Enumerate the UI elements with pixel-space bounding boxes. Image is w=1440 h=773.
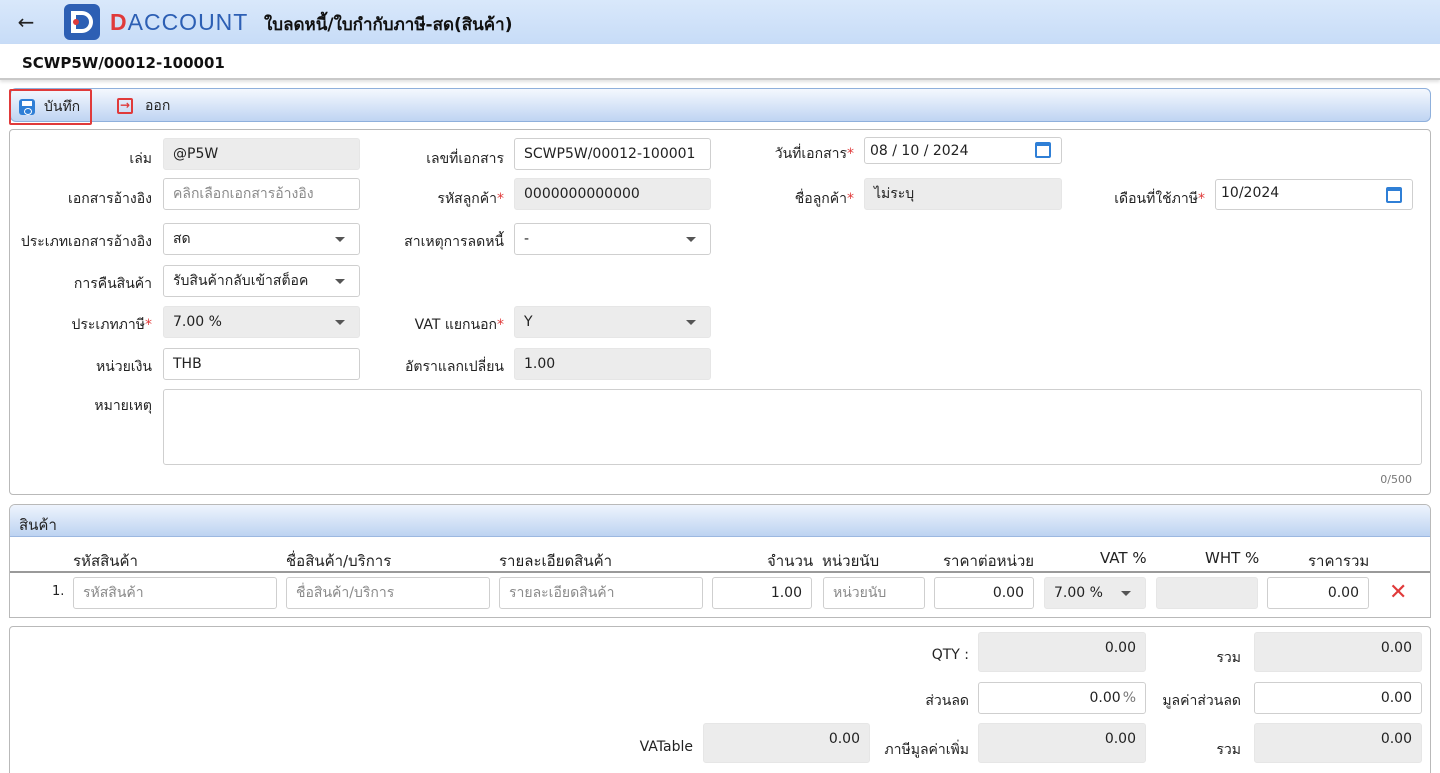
remark-label: หมายเหตุ [94,398,152,414]
taxtype-label: ประเภทภาษี* [71,317,153,333]
vat-amount-label: ภาษีมูลค่าเพิ่ม [884,742,969,758]
unit-input[interactable]: หน่วยนับ [823,577,925,609]
quantity-input[interactable]: 1.00 [712,577,812,609]
chevron-down-icon [335,279,345,284]
docdate-label: วันที่เอกสาร* [774,146,854,162]
column-header-detail: รายละเอียดสินค้า [499,552,613,570]
back-arrow-icon[interactable]: ← [14,10,38,34]
vat-amount-field: 0.00 [978,723,1146,763]
document-form: เล่ม @P5W เลขที่เอกสาร SCWP5W/00012-1000… [9,129,1431,495]
custcode-field: 0000000000000 [514,178,711,210]
reason-select[interactable]: - [514,223,711,255]
chevron-down-icon [686,237,696,242]
chevron-down-icon [1121,591,1131,596]
book-label: เล่ม [129,151,152,167]
column-header-wht: WHT % [1205,549,1260,567]
save-button[interactable]: บันทึก [9,89,92,125]
app-logo-text: DACCOUNT [110,9,249,35]
docno-label: เลขที่เอกสาร [426,151,504,167]
remark-textarea[interactable] [163,389,1422,465]
return-select[interactable]: รับสินค้ากลับเข้าสต็อค [163,265,360,297]
document-number-bar: SCWP5W/00012-100001 [0,44,1440,80]
products-header: สินค้า [10,505,1430,537]
return-label: การคืนสินค้า [73,276,152,292]
currency-field[interactable]: THB [163,348,360,380]
column-header-price: ราคาต่อหน่วย [943,552,1035,570]
page-title: ใบลดหนี้/ใบกำกับภาษี-สด(สินค้า) [264,15,513,35]
save-icon [19,99,35,115]
vatsep-select: Y [514,306,711,338]
taxmonth-field[interactable]: 10/2024 [1215,179,1413,210]
vatsep-label: VAT แยกนอก* [414,317,504,333]
app-logo-icon [64,4,100,40]
column-header-vat: VAT % [1100,549,1147,567]
delete-row-icon[interactable]: ✕ [1389,582,1407,604]
wht-field [1156,577,1258,609]
vatable-label: VATable [639,739,693,755]
products-title: สินค้า [19,516,57,534]
vat-select[interactable]: 7.00 % [1044,577,1146,609]
subtotal-field: 0.00 [1254,632,1422,672]
exit-label: ออก [145,98,171,114]
currency-label: หน่วยเงิน [95,359,152,375]
exit-icon: → [117,98,133,114]
refdoc-field[interactable]: คลิกเลือกเอกสารอ้างอิง [163,178,360,210]
subtotal-label: รวม [1216,650,1241,666]
divider [10,571,1430,573]
column-header-code: รหัสสินค้า [73,552,138,570]
qty-total-field: 0.00 [978,632,1146,672]
chevron-down-icon [335,320,345,325]
calendar-icon[interactable] [1035,142,1051,158]
toolbar: บันทึก → ออก [9,88,1431,125]
column-header-total: ราคารวม [1308,552,1370,570]
remark-counter: 0/500 [1380,473,1412,486]
taxmonth-label: เดือนที่ใช้ภาษี* [1114,191,1205,207]
refdoc-label: เอกสารอ้างอิง [68,191,152,207]
chevron-down-icon [335,237,345,242]
custname-field: ไม่ระบุ [864,178,1062,210]
chevron-down-icon [686,320,696,325]
total-label: รวม [1216,742,1241,758]
document-number: SCWP5W/00012-100001 [22,54,225,72]
save-label: บันทึก [44,99,81,115]
totals-panel: QTY : 0.00 รวม 0.00 ส่วนลด 0.00% มูลค่าส… [9,626,1431,773]
line-total-input[interactable]: 0.00 [1267,577,1369,609]
product-name-input[interactable]: ชื่อสินค้า/บริการ [286,577,490,609]
qty-total-label: QTY : [931,647,969,663]
rate-label: อัตราแลกเปลี่ยน [405,359,504,375]
docdate-field[interactable]: 08 / 10 / 2024 [864,137,1062,164]
vatable-field: 0.00 [703,723,870,763]
custname-label: ชื่อลูกค้า* [794,191,854,207]
products-panel: สินค้า รหัสสินค้า ชื่อสินค้า/บริการ รายล… [9,504,1431,618]
product-detail-input[interactable]: รายละเอียดสินค้า [499,577,703,609]
app-header: ← DACCOUNT ใบลดหนี้/ใบกำกับภาษี-สด(สินค้… [0,0,1440,44]
column-header-name: ชื่อสินค้า/บริการ [286,552,392,570]
discount-amount-label: มูลค่าส่วนลด [1162,693,1241,709]
discount-label: ส่วนลด [925,693,969,709]
unit-price-input[interactable]: 0.00 [934,577,1034,609]
reftype-select[interactable]: สด [163,223,360,255]
discount-amount-input[interactable]: 0.00 [1254,682,1422,714]
total-field: 0.00 [1254,723,1422,763]
discount-input[interactable]: 0.00% [978,682,1146,714]
book-field: @P5W [163,138,360,170]
rate-field: 1.00 [514,348,711,380]
reason-label: สาเหตุการลดหนี้ [404,234,504,250]
taxtype-select: 7.00 % [163,306,360,338]
exit-button[interactable]: → ออก [117,89,170,123]
custcode-label: รหัสลูกค้า* [437,191,504,207]
reftype-label: ประเภทเอกสารอ้างอิง [20,234,152,250]
calendar-icon[interactable] [1386,187,1402,203]
row-number: 1. [52,584,65,599]
docno-field[interactable]: SCWP5W/00012-100001 [514,138,711,170]
product-code-input[interactable]: รหัสสินค้า [73,577,277,609]
column-header-qty: จำนวน [767,552,814,570]
column-header-unit: หน่วยนับ [822,552,880,570]
